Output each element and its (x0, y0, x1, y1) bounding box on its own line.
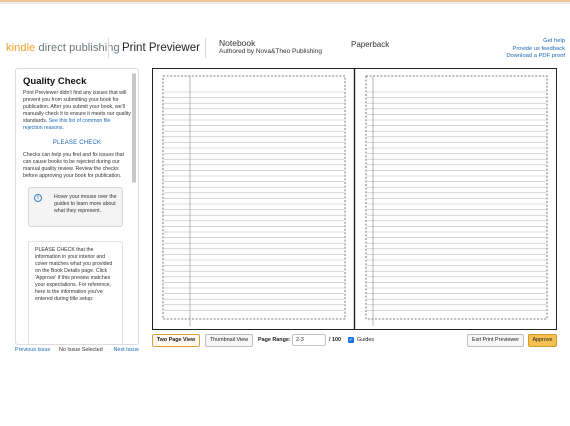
page-range-label: Page Range: (258, 337, 291, 343)
preview-frame (152, 68, 557, 330)
book-author: Authored by Nova&Theo Publishing (219, 48, 322, 55)
guides-info-text: Hover your mouse over the guides to lear… (54, 194, 117, 214)
book-format: Paperback (351, 40, 390, 49)
logo-kindle: kindle (6, 42, 36, 54)
previous-issue-link[interactable]: Previous Issue (15, 347, 50, 353)
guides-label: Guides (357, 337, 375, 343)
divider (108, 38, 109, 58)
download-pdf-link[interactable]: Download a PDF proof (506, 53, 565, 61)
guides-info-box: i Hover your mouse over the guides to le… (28, 187, 123, 227)
thumbnail-view-button[interactable]: Thumbnail View (205, 334, 253, 347)
check-item-text: PLEASE CHECK that the information in you… (35, 247, 113, 302)
get-help-link[interactable]: Get help (506, 38, 565, 46)
top-accent-line (0, 0, 570, 2)
header: kindle direct publishing Print Previewer… (0, 34, 570, 64)
quality-check-content: Quality Check Print Previewer didn't fin… (23, 75, 131, 344)
page-preview[interactable] (152, 68, 557, 330)
divider (205, 38, 206, 58)
issue-status: No Issue Selected (59, 347, 103, 353)
header-links: Get help Provide us feedback Download a … (506, 38, 565, 61)
panel-scrollbar[interactable] (132, 73, 136, 183)
page-total: / 100 (329, 337, 341, 343)
please-check-text: Checks can help you find and fix issues … (23, 152, 124, 179)
please-check-heading[interactable]: PLEASE CHECK (23, 140, 131, 146)
info-icon: i (34, 194, 42, 202)
quality-check-panel: Quality Check Print Previewer didn't fin… (15, 68, 139, 345)
page-range-input[interactable]: 2-3 (292, 334, 326, 346)
quality-check-intro: Print Previewer didn't find any issues t… (23, 90, 131, 132)
exit-previewer-button[interactable]: Exit Print Previewer (467, 334, 524, 347)
app-title: Print Previewer (122, 42, 200, 54)
preview-toolbar: Two Page View Thumbnail View Page Range:… (152, 334, 557, 348)
approve-button[interactable]: Approve (528, 334, 557, 347)
book-title: Notebook (219, 38, 256, 48)
quality-check-title: Quality Check (23, 76, 87, 87)
next-issue-link[interactable]: Next Issue (114, 347, 139, 353)
guides-checkbox[interactable]: ✓ (348, 337, 354, 343)
two-page-view-button[interactable]: Two Page View (152, 334, 200, 347)
kdp-logo[interactable]: kindle direct publishing (6, 42, 120, 54)
feedback-link[interactable]: Provide us feedback (506, 46, 565, 54)
check-item-box[interactable]: PLEASE CHECK that the information in you… (28, 241, 123, 344)
